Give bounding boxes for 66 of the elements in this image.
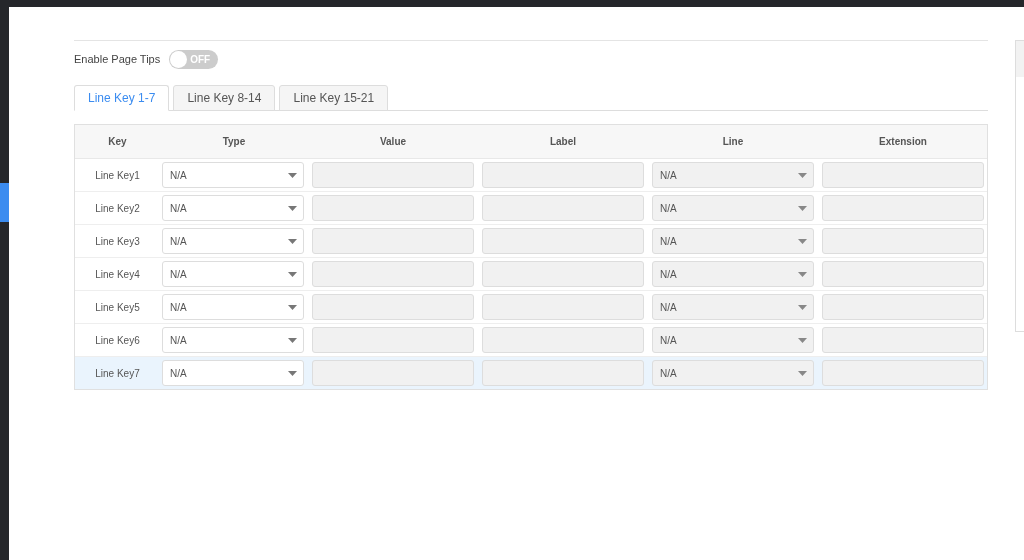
- key-cell-text: Line Key7: [94, 367, 141, 379]
- label-field[interactable]: [482, 195, 644, 221]
- type-dropdown[interactable]: N/A: [162, 261, 304, 287]
- key-cell-text: Line Key1: [94, 169, 141, 181]
- caret-icon: [288, 205, 297, 211]
- caret-icon: [288, 271, 297, 277]
- extension-field[interactable]: [822, 261, 984, 287]
- extension-field[interactable]: [822, 228, 984, 254]
- extension-field[interactable]: [822, 327, 984, 353]
- line-dropdown[interactable]: N/A: [652, 327, 814, 353]
- label-field[interactable]: [482, 294, 644, 320]
- caret-icon: [288, 172, 297, 178]
- caret-icon: [288, 370, 297, 376]
- label-field[interactable]: [482, 327, 644, 353]
- caret-icon: [798, 238, 807, 244]
- caret-icon: [798, 370, 807, 376]
- label-field[interactable]: [482, 228, 644, 254]
- caret-icon: [798, 337, 807, 343]
- line-dropdown[interactable]: N/A: [652, 162, 814, 188]
- type-dropdown[interactable]: N/A: [162, 162, 304, 188]
- caret-icon: [288, 304, 297, 310]
- line-dropdown[interactable]: N/A: [652, 294, 814, 320]
- key-cell-text: Line Key5: [94, 301, 141, 313]
- key-cell-text: Line Key3: [94, 235, 141, 247]
- line-dropdown[interactable]: N/A: [652, 195, 814, 221]
- column-header: Label: [548, 136, 578, 147]
- caret-icon: [798, 205, 807, 211]
- key-cell-text: Line Key6: [94, 334, 141, 346]
- caret-icon: [798, 172, 807, 178]
- type-dropdown[interactable]: N/A: [162, 228, 304, 254]
- label-field[interactable]: [482, 261, 644, 287]
- column-header: Key: [107, 136, 128, 147]
- value-field[interactable]: [312, 162, 474, 188]
- column-header: Type: [221, 136, 247, 147]
- type-dropdown[interactable]: N/A: [162, 327, 304, 353]
- extension-field[interactable]: [822, 294, 984, 320]
- caret-icon: [798, 304, 807, 310]
- extension-field[interactable]: [822, 360, 984, 386]
- line-dropdown[interactable]: N/A: [652, 228, 814, 254]
- active-marker: [0, 183, 9, 222]
- value-field[interactable]: [312, 294, 474, 320]
- type-dropdown[interactable]: N/A: [162, 294, 304, 320]
- column-header: Value: [378, 136, 408, 147]
- line-dropdown[interactable]: N/A: [652, 261, 814, 287]
- caret-icon: [288, 337, 297, 343]
- column-header: Extension: [878, 136, 928, 147]
- label-field[interactable]: [482, 162, 644, 188]
- value-field[interactable]: [312, 195, 474, 221]
- page-tips-label: Enable Page Tips: [74, 53, 161, 65]
- column-header: Line: [721, 136, 745, 147]
- key-cell-text: Line Key2: [94, 202, 141, 214]
- tab[interactable]: Line Key 15-21: [279, 85, 389, 111]
- caret-icon: [288, 238, 297, 244]
- extension-field[interactable]: [822, 162, 984, 188]
- caret-icon: [798, 271, 807, 277]
- label-field[interactable]: [482, 360, 644, 386]
- value-field[interactable]: [312, 327, 474, 353]
- value-field[interactable]: [312, 360, 474, 386]
- key-cell-text: Line Key4: [94, 268, 141, 280]
- value-field[interactable]: [312, 228, 474, 254]
- tab[interactable]: Line Key 8-14: [173, 85, 276, 111]
- type-dropdown[interactable]: N/A: [162, 360, 304, 386]
- value-field[interactable]: [312, 261, 474, 287]
- type-dropdown[interactable]: N/A: [162, 195, 304, 221]
- line-dropdown[interactable]: N/A: [652, 360, 814, 386]
- extension-field[interactable]: [822, 195, 984, 221]
